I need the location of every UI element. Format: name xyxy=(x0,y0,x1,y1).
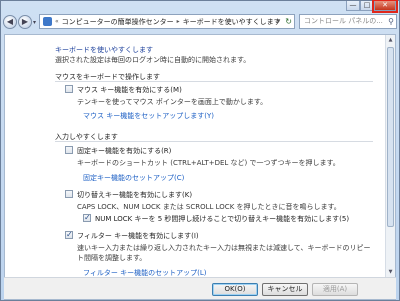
sticky-keys-setup-link[interactable]: 固定キー機能のセットアップ(C) xyxy=(83,173,184,183)
sticky-keys-description: キーボードのショートカット (CTRL+ALT+DEL など) で一つずつキーを… xyxy=(77,159,340,167)
address-bar[interactable]: « コンピューターの簡単操作センター ▸ キーボードを使いやすくします ▾ ↻ xyxy=(39,14,295,29)
page-title: キーボードを使いやすくします xyxy=(55,46,153,54)
section-divider xyxy=(55,81,373,82)
scrollbar-thumb[interactable] xyxy=(387,47,394,227)
mousekeys-label[interactable]: マウス キー機能を有効にする(M) xyxy=(77,85,182,95)
minimize-button[interactable]: — xyxy=(346,1,360,11)
maximize-button[interactable]: □ xyxy=(360,1,374,11)
mousekeys-description: テンキーを使ってマウス ポインターを画面上で動かします。 xyxy=(77,98,268,106)
mousekeys-setup-link[interactable]: マウス キー機能をセットアップします(Y) xyxy=(83,111,214,121)
search-input[interactable]: コントロール パネルの... ⚲ xyxy=(299,14,397,29)
vertical-scrollbar[interactable]: ▲ ▼ xyxy=(385,35,395,299)
sticky-keys-label[interactable]: 固定キー機能を有効にする(R) xyxy=(77,146,171,156)
dialog-footer: OK(O) キャンセル 適用(A) xyxy=(4,277,396,299)
back-button[interactable]: ◀ xyxy=(3,15,17,29)
toggle-keys-description: CAPS LOCK、NUM LOCK または SCROLL LOCK を押したと… xyxy=(77,203,341,211)
numlock-hold-label[interactable]: NUM LOCK キーを 5 秒間押し続けることで切り替えキー機能を有効にします… xyxy=(95,214,349,224)
breadcrumb-keyboard[interactable]: キーボードを使いやすくします xyxy=(183,17,281,27)
mousekeys-checkbox[interactable] xyxy=(65,85,73,93)
close-button[interactable]: ✕ xyxy=(372,0,398,13)
toggle-keys-label[interactable]: 切り替えキー機能を有効にします(K) xyxy=(77,190,192,200)
search-icon[interactable]: ⚲ xyxy=(388,15,394,28)
page-subtitle: 選択された設定は毎回のログオン時に自動的に開始されます。 xyxy=(55,56,251,64)
filter-keys-label[interactable]: フィルター キー機能を有効にします(I) xyxy=(77,231,199,241)
window-controls: — □ ✕ xyxy=(346,0,398,13)
control-panel-window: — □ ✕ ◀ ▶ ▾ « コンピューターの簡単操作センター ▸ キーボードを使… xyxy=(0,0,400,301)
cancel-button[interactable]: キャンセル xyxy=(262,283,308,296)
section-divider xyxy=(55,141,373,142)
refresh-icon[interactable]: ↻ xyxy=(285,15,292,28)
toggle-keys-checkbox[interactable] xyxy=(65,190,73,198)
scroll-up-icon[interactable]: ▲ xyxy=(386,35,395,45)
chevron-down-icon[interactable]: ▾ xyxy=(277,15,280,28)
ok-button[interactable]: OK(O) xyxy=(212,283,258,296)
navigation-bar: ◀ ▶ ▾ « コンピューターの簡単操作センター ▸ キーボードを使いやすくしま… xyxy=(3,13,397,31)
numlock-hold-checkbox[interactable] xyxy=(83,213,91,222)
search-placeholder: コントロール パネルの... xyxy=(304,17,383,25)
settings-content: キーボードを使いやすくします 選択された設定は毎回のログオン時に自動的に開始され… xyxy=(4,34,396,300)
breadcrumb-overflow[interactable]: « xyxy=(55,18,59,25)
filter-keys-description: 速いキー入力または繰り返し入力されたキー入力は無視または減速して、キーボードのリ… xyxy=(77,244,371,262)
filter-keys-checkbox[interactable] xyxy=(65,230,73,239)
breadcrumb-ease-of-access[interactable]: コンピューターの簡単操作センター xyxy=(62,17,174,27)
control-panel-icon xyxy=(43,17,52,26)
apply-button[interactable]: 適用(A) xyxy=(312,283,358,296)
title-bar: — □ ✕ xyxy=(1,0,399,13)
chevron-right-icon[interactable]: ▸ xyxy=(177,18,180,25)
scroll-down-icon[interactable]: ▼ xyxy=(386,267,395,277)
sticky-keys-checkbox[interactable] xyxy=(65,146,73,154)
forward-button[interactable]: ▶ xyxy=(18,15,32,29)
